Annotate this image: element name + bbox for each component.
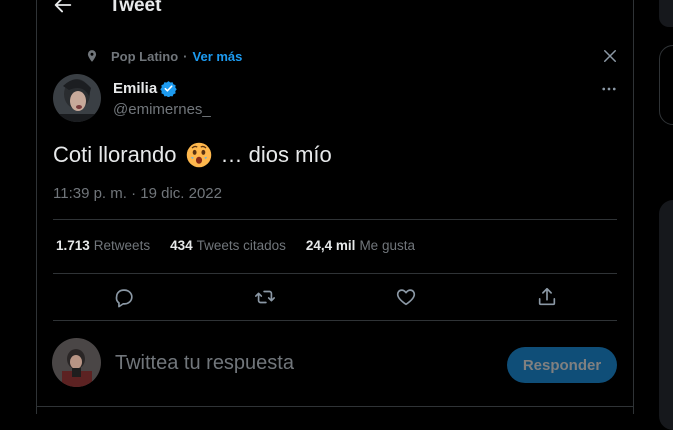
- stat-label: Tweets citados: [196, 238, 286, 253]
- divider: [53, 219, 617, 220]
- divider: [37, 406, 633, 407]
- tweet-stats: 1.713 Retweets 434 Tweets citados 24,4 mil…: [56, 238, 435, 253]
- reply-button[interactable]: Responder: [507, 347, 617, 383]
- right-panel-top: [659, 0, 673, 27]
- tweet-text-suffix: … dios mío: [220, 142, 332, 167]
- crying-face-emoji-icon: [186, 142, 211, 168]
- author-name[interactable]: Emilia: [113, 80, 177, 97]
- stat-quote-tweets[interactable]: 434 Tweets citados: [170, 238, 286, 253]
- stat-count: 1.713: [56, 238, 90, 253]
- stat-label: Retweets: [93, 238, 151, 253]
- topic-separator: ·: [183, 48, 188, 64]
- author-name-text[interactable]: Emilia: [113, 80, 157, 97]
- stat-count: 24,4 mil: [305, 238, 356, 253]
- author-handle[interactable]: @emimernes_: [113, 101, 211, 118]
- divider: [53, 273, 617, 274]
- tweet-text: Coti llorando … dios mío: [53, 141, 332, 169]
- tweet-header: Tweet: [37, 0, 633, 18]
- share-icon[interactable]: [536, 286, 558, 308]
- author-avatar[interactable]: [53, 74, 101, 122]
- topic-label[interactable]: Pop Latino: [111, 49, 178, 64]
- tweet-timestamp[interactable]: 11:39 p. m. · 19 dic. 2022: [53, 185, 222, 202]
- divider: [53, 320, 617, 321]
- tweet-column: Tweet Pop Latino · Ver más Emilia @emime…: [36, 0, 634, 414]
- more-options-icon[interactable]: [599, 80, 619, 98]
- stat-likes[interactable]: 24,4 mil Me gusta: [306, 238, 415, 253]
- like-icon[interactable]: [395, 286, 417, 308]
- verified-badge-icon: [160, 81, 177, 97]
- stat-count: 434: [170, 238, 193, 253]
- right-panel-card: [659, 200, 673, 430]
- see-more-link[interactable]: Ver más: [193, 49, 243, 64]
- tweet-text-main: Coti llorando: [53, 142, 177, 167]
- stat-label: Me gusta: [359, 238, 415, 253]
- topic-context: Pop Latino · Ver más: [85, 47, 242, 65]
- retweet-icon[interactable]: [254, 286, 276, 308]
- page-title: Tweet: [109, 0, 162, 16]
- reply-icon[interactable]: [113, 286, 135, 308]
- reply-input[interactable]: Twittea tu respuesta: [115, 352, 294, 375]
- close-icon[interactable]: [601, 47, 619, 65]
- stat-retweets[interactable]: 1.713 Retweets: [56, 238, 150, 253]
- location-pin-icon: [87, 50, 97, 62]
- right-panel-search[interactable]: [659, 45, 673, 125]
- user-avatar[interactable]: [52, 338, 101, 387]
- back-arrow-icon[interactable]: [52, 0, 74, 16]
